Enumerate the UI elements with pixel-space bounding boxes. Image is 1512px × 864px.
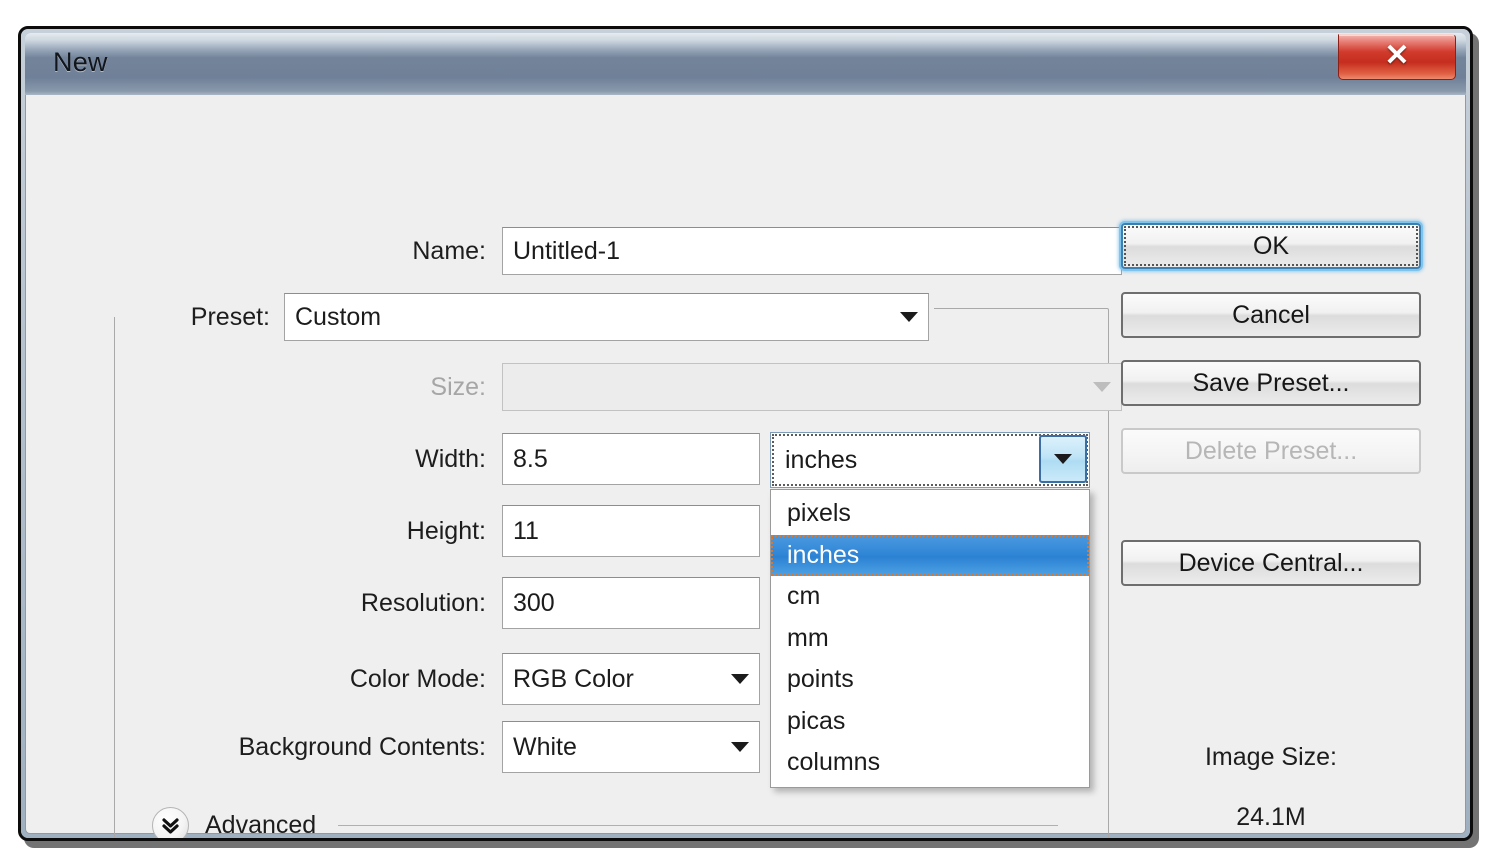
preset-combobox[interactable]: Custom [284, 293, 929, 341]
size-combobox [502, 363, 1122, 411]
delete-preset-button: Delete Preset... [1121, 428, 1421, 474]
unit-combobox-value: inches [785, 445, 858, 474]
delete-preset-button-label: Delete Preset... [1184, 436, 1358, 465]
image-size-value: 24.1M [1236, 803, 1306, 831]
save-preset-button-label: Save Preset... [1192, 368, 1350, 397]
background-contents-label: Background Contents: [238, 732, 486, 761]
chevron-double-down-icon[interactable] [152, 807, 189, 838]
size-label: Size: [430, 372, 486, 401]
ok-button[interactable]: OK [1121, 223, 1421, 269]
dropdown-item-mm[interactable]: mm [771, 618, 1089, 660]
device-central-button[interactable]: Device Central... [1121, 540, 1421, 586]
dropdown-item-picas[interactable]: picas [771, 701, 1089, 743]
chevron-down-icon [900, 312, 918, 322]
device-central-button-label: Device Central... [1178, 548, 1364, 577]
width-row: Width: 8.5 [306, 433, 760, 485]
resolution-label: Resolution: [360, 588, 486, 617]
name-input-value: Untitled-1 [513, 236, 620, 265]
dropdown-item-pixels[interactable]: pixels [771, 493, 1089, 535]
unit-combobox-arrow-button[interactable] [1039, 435, 1087, 483]
width-input-value: 8.5 [513, 444, 548, 473]
preset-value: Custom [295, 302, 382, 331]
advanced-section: Advanced [152, 807, 1062, 838]
group-box-gap-left [114, 301, 134, 317]
color-mode-label: Color Mode: [349, 664, 486, 693]
dropdown-item-cm[interactable]: cm [771, 576, 1089, 618]
preset-label: Preset: [190, 302, 270, 331]
chevron-down-icon-disabled [1093, 382, 1111, 392]
chevron-down-icon [1054, 454, 1072, 464]
unit-combobox-wrapper: inches [770, 432, 1090, 488]
cancel-button[interactable]: Cancel [1121, 292, 1421, 338]
title-bar: New ✕ [25, 33, 1466, 95]
button-column: OK Cancel Save Preset... Delete Preset..… [1121, 95, 1441, 833]
width-label: Width: [415, 444, 486, 473]
dialog-body: Name: Untitled-1 Preset: Custom Size: Wi… [25, 95, 1466, 838]
unit-dropdown-list[interactable]: pixels inches cm mm points picas columns [770, 489, 1090, 788]
resolution-input-value: 300 [513, 588, 555, 617]
name-label: Name: [412, 236, 486, 265]
height-input[interactable]: 11 [502, 505, 760, 557]
background-contents-value: White [513, 732, 577, 761]
background-contents-combobox[interactable]: White [502, 721, 760, 773]
size-row: Size: [306, 363, 1122, 411]
resolution-input[interactable]: 300 [502, 577, 760, 629]
form-area: Name: Untitled-1 Preset: Custom Size: Wi… [26, 95, 1122, 838]
image-size-label: Image Size: [1204, 743, 1337, 771]
color-mode-row: Color Mode: RGB Color [286, 653, 760, 705]
resolution-row: Resolution: 300 [286, 577, 760, 629]
width-input[interactable]: 8.5 [502, 433, 760, 485]
background-contents-row: Background Contents: White [146, 721, 760, 773]
dropdown-item-points[interactable]: points [771, 659, 1089, 701]
ok-button-label: OK [1252, 231, 1290, 260]
chevron-down-icon [731, 742, 749, 752]
color-mode-combobox[interactable]: RGB Color [502, 653, 760, 705]
chevron-down-icon [731, 674, 749, 684]
save-preset-button[interactable]: Save Preset... [1121, 360, 1421, 406]
name-input[interactable]: Untitled-1 [502, 227, 1122, 275]
new-document-dialog: New ✕ Name: Untitled-1 Preset: Custom Si… [18, 26, 1473, 841]
cancel-button-label: Cancel [1232, 300, 1310, 329]
name-row: Name: Untitled-1 [306, 227, 1122, 275]
height-row: Height: 11 [306, 505, 760, 557]
height-input-value: 11 [513, 516, 539, 545]
height-label: Height: [406, 516, 486, 545]
dropdown-item-inches[interactable]: inches [771, 534, 1089, 576]
advanced-divider [338, 825, 1058, 826]
preset-row: Preset: Custom [150, 293, 929, 341]
window-title: New [53, 47, 108, 77]
advanced-label[interactable]: Advanced [205, 811, 316, 838]
close-glyph: ✕ [1384, 38, 1410, 72]
color-mode-value: RGB Color [513, 664, 634, 693]
dropdown-item-columns[interactable]: columns [771, 742, 1089, 784]
close-icon[interactable]: ✕ [1338, 34, 1456, 80]
window-frame: New ✕ Name: Untitled-1 Preset: Custom Si… [21, 29, 1470, 838]
